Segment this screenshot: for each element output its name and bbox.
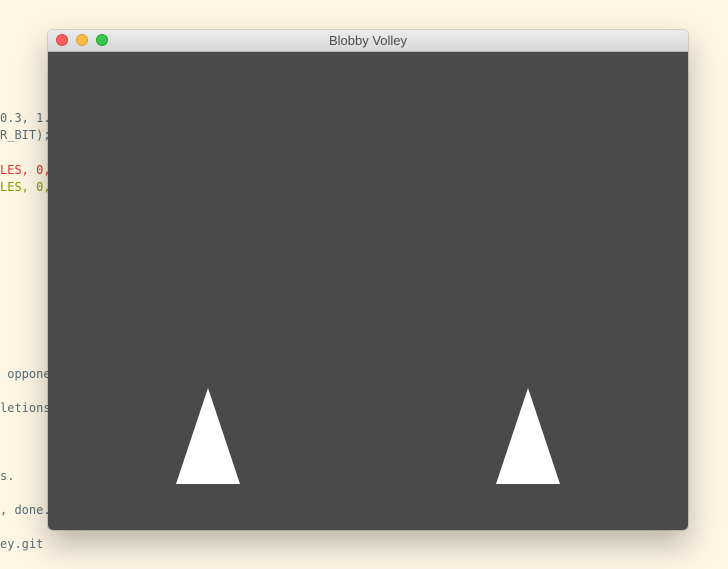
game-canvas[interactable] <box>48 52 688 530</box>
code-line: , done. <box>0 503 51 517</box>
left-player-blob <box>176 388 240 484</box>
code-line: 0.3, 1. <box>0 111 51 125</box>
code-line: LES, 0, <box>0 180 51 194</box>
code-line: ey.git <box>0 537 44 551</box>
code-line: oppone <box>0 367 51 381</box>
right-player-blob <box>496 388 560 484</box>
window-title: Blobby Volley <box>328 33 408 48</box>
code-line: LES, 0, <box>0 163 51 177</box>
code-line: s. <box>0 469 15 483</box>
game-window: Blobby Volley <box>48 30 688 530</box>
code-line: letions <box>0 401 51 415</box>
code-line: R_BIT); <box>0 128 51 142</box>
title-bar[interactable]: Blobby Volley <box>48 30 688 52</box>
